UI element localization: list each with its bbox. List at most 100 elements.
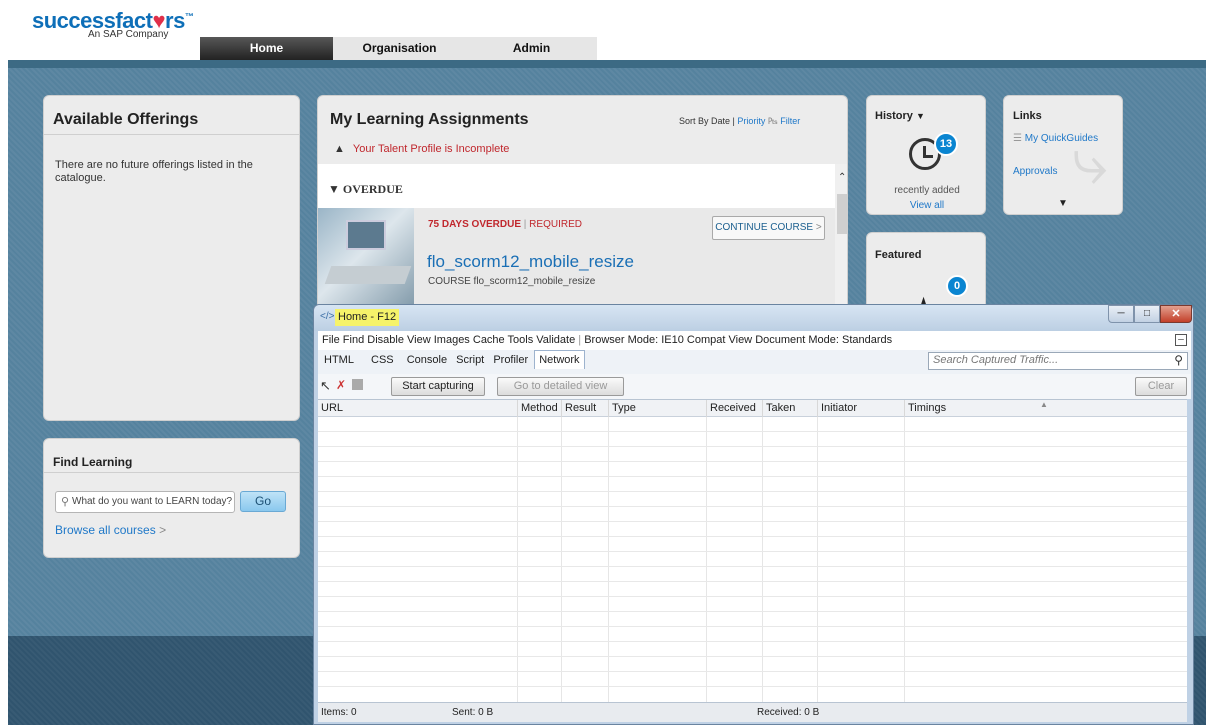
- sort-controls: Sort By Date | Priority ₧ Filter: [679, 116, 800, 126]
- search-learning-input[interactable]: ⚲ What do you want to LEARN today?: [55, 491, 235, 513]
- image-icon[interactable]: [352, 379, 363, 390]
- find-learning-title: Find Learning: [53, 455, 133, 469]
- search-traffic-placeholder: Search Captured Traffic...: [933, 354, 1059, 366]
- sort-indicator-icon: ▲: [1040, 400, 1048, 409]
- browse-all-courses-link[interactable]: Browse all courses >: [55, 523, 166, 537]
- search-icon: ⚲: [61, 496, 70, 508]
- featured-title: Featured: [875, 249, 922, 261]
- network-traffic-table: URL Method Result Type Received Taken In…: [318, 399, 1187, 702]
- received-bytes: Received: 0 B: [757, 707, 820, 718]
- document-mode-menu[interactable]: Document Mode: Standards: [755, 334, 892, 346]
- tab-css[interactable]: CSS: [371, 354, 394, 366]
- tab-network[interactable]: Network: [534, 350, 585, 369]
- caret-down-icon: ▼: [915, 111, 925, 121]
- sent-bytes: Sent: 0 B: [452, 707, 494, 718]
- go-to-detailed-view-button[interactable]: Go to detailed view: [497, 377, 624, 396]
- tab-script[interactable]: Script: [456, 354, 484, 366]
- dock-icon[interactable]: ─: [1175, 334, 1187, 346]
- column-initiator[interactable]: Initiator: [818, 400, 905, 417]
- history-caption: recently added: [894, 185, 960, 196]
- links-title: Links: [1013, 110, 1042, 122]
- menu-view[interactable]: View: [407, 334, 431, 346]
- devtools-statusbar: Items: 0 Sent: 0 B Received: 0 B: [318, 702, 1187, 722]
- assignments-list: ▼ OVERDUE 75 DAYS OVERDUE | REQUIRED CON…: [318, 164, 847, 309]
- overdue-section-header[interactable]: ▼ OVERDUE: [328, 182, 403, 197]
- logo-tagline: An SAP Company: [88, 29, 169, 40]
- column-taken[interactable]: Taken: [763, 400, 818, 417]
- column-url[interactable]: URL: [318, 400, 518, 417]
- assignment-status: 75 DAYS OVERDUE | REQUIRED: [428, 219, 582, 230]
- column-received[interactable]: Received: [707, 400, 763, 417]
- scrollbar-thumb[interactable]: [837, 194, 847, 234]
- chevron-right-icon: >: [815, 222, 822, 233]
- talent-profile-warning[interactable]: ▲ Your Talent Profile is Incomplete: [334, 143, 509, 155]
- column-type[interactable]: Type: [609, 400, 707, 417]
- main-nav: Home Organisation Admin: [200, 37, 597, 60]
- course-title-link[interactable]: flo_scorm12_mobile_resize: [427, 252, 634, 272]
- search-placeholder: What do you want to LEARN today?: [72, 496, 233, 507]
- continue-course-button[interactable]: CONTINUE COURSE >: [712, 216, 825, 240]
- close-window-button[interactable]: ✕: [1160, 305, 1192, 323]
- divider: [44, 472, 299, 473]
- devtools-titlebar[interactable]: </> Home - F12 ─ □ ✕: [314, 305, 1193, 331]
- signpost-icon: ☰: [1013, 133, 1022, 144]
- column-result[interactable]: Result: [562, 400, 609, 417]
- find-learning-card: Find Learning ⚲ What do you want to LEAR…: [43, 438, 300, 558]
- history-dropdown[interactable]: History ▼: [875, 110, 925, 122]
- scrollbar[interactable]: ⌃: [835, 164, 847, 309]
- course-thumbnail: [318, 208, 414, 309]
- history-card: History ▼ 13 recently added View all: [866, 95, 986, 215]
- assignments-title: My Learning Assignments: [330, 111, 529, 128]
- sort-by-date[interactable]: Sort By Date |: [679, 116, 735, 126]
- tab-console[interactable]: Console: [407, 354, 447, 366]
- menu-file[interactable]: File: [322, 334, 340, 346]
- sort-priority-link[interactable]: Priority: [737, 116, 765, 126]
- warning-icon: ▲: [334, 143, 345, 155]
- menu-validate[interactable]: Validate: [536, 334, 575, 346]
- menu-images[interactable]: Images: [434, 334, 470, 346]
- column-method[interactable]: Method: [518, 400, 562, 417]
- nav-tab-home[interactable]: Home: [200, 37, 333, 60]
- learning-assignments-card: My Learning Assignments Sort By Date | P…: [317, 95, 848, 310]
- browser-mode-menu[interactable]: Browser Mode: IE10 Compat View: [584, 334, 752, 346]
- menu-cache[interactable]: Cache: [473, 334, 505, 346]
- tab-profiler[interactable]: Profiler: [493, 354, 528, 366]
- select-element-icon[interactable]: ↖: [320, 378, 331, 394]
- clear-cache-icon[interactable]: ✗: [336, 378, 346, 392]
- available-offerings-title: Available Offerings: [53, 111, 199, 128]
- caret-down-icon[interactable]: ▼: [1058, 198, 1068, 209]
- start-capturing-button[interactable]: Start capturing: [391, 377, 485, 396]
- chevron-right-icon: >: [159, 523, 167, 537]
- nav-tab-organisation[interactable]: Organisation: [333, 37, 466, 60]
- assignment-item: 75 DAYS OVERDUE | REQUIRED CONTINUE COUR…: [318, 208, 835, 309]
- filter-link[interactable]: ₧ Filter: [768, 116, 800, 126]
- my-quickguides-link[interactable]: ☰ My QuickGuides: [1013, 133, 1098, 144]
- filter-icon: ₧: [767, 116, 778, 126]
- app-header: successfact♥rs™ An SAP Company Home Orga…: [0, 0, 1206, 62]
- no-offerings-message: There are no future offerings listed in …: [55, 159, 253, 184]
- devtools-toolbar: ↖ ✗ Start capturing Go to detailed view …: [318, 374, 1191, 399]
- nav-underline: [8, 60, 1206, 68]
- keyboard-image: [324, 266, 412, 284]
- search-icon[interactable]: ⚲: [1174, 353, 1183, 367]
- view-all-history-link[interactable]: View all: [867, 200, 987, 211]
- links-card: ⤷ Links ☰ My QuickGuides Approvals ▼: [1003, 95, 1123, 215]
- devtools-window-title: Home - F12: [335, 309, 400, 326]
- monitor-image: [346, 220, 386, 250]
- f12-devtools-window: </> Home - F12 ─ □ ✕ File Find Disable V…: [313, 304, 1194, 725]
- clear-button[interactable]: Clear: [1135, 377, 1187, 396]
- nav-tab-admin[interactable]: Admin: [466, 37, 597, 60]
- scroll-up-icon[interactable]: ⌃: [838, 172, 846, 183]
- menu-find[interactable]: Find: [343, 334, 364, 346]
- menu-disable[interactable]: Disable: [367, 334, 404, 346]
- maximize-button[interactable]: □: [1134, 305, 1160, 323]
- divider: [44, 134, 299, 135]
- tab-html[interactable]: HTML: [324, 354, 354, 366]
- go-button[interactable]: Go: [240, 491, 286, 512]
- search-traffic-input[interactable]: Search Captured Traffic... ⚲: [928, 352, 1188, 370]
- menu-tools[interactable]: Tools: [508, 334, 534, 346]
- minimize-button[interactable]: ─: [1108, 305, 1134, 323]
- course-subtitle: COURSE flo_scorm12_mobile_resize: [428, 276, 596, 287]
- devtools-menubar: File Find Disable View Images Cache Tool…: [318, 331, 1191, 350]
- approvals-link[interactable]: Approvals: [1013, 166, 1057, 177]
